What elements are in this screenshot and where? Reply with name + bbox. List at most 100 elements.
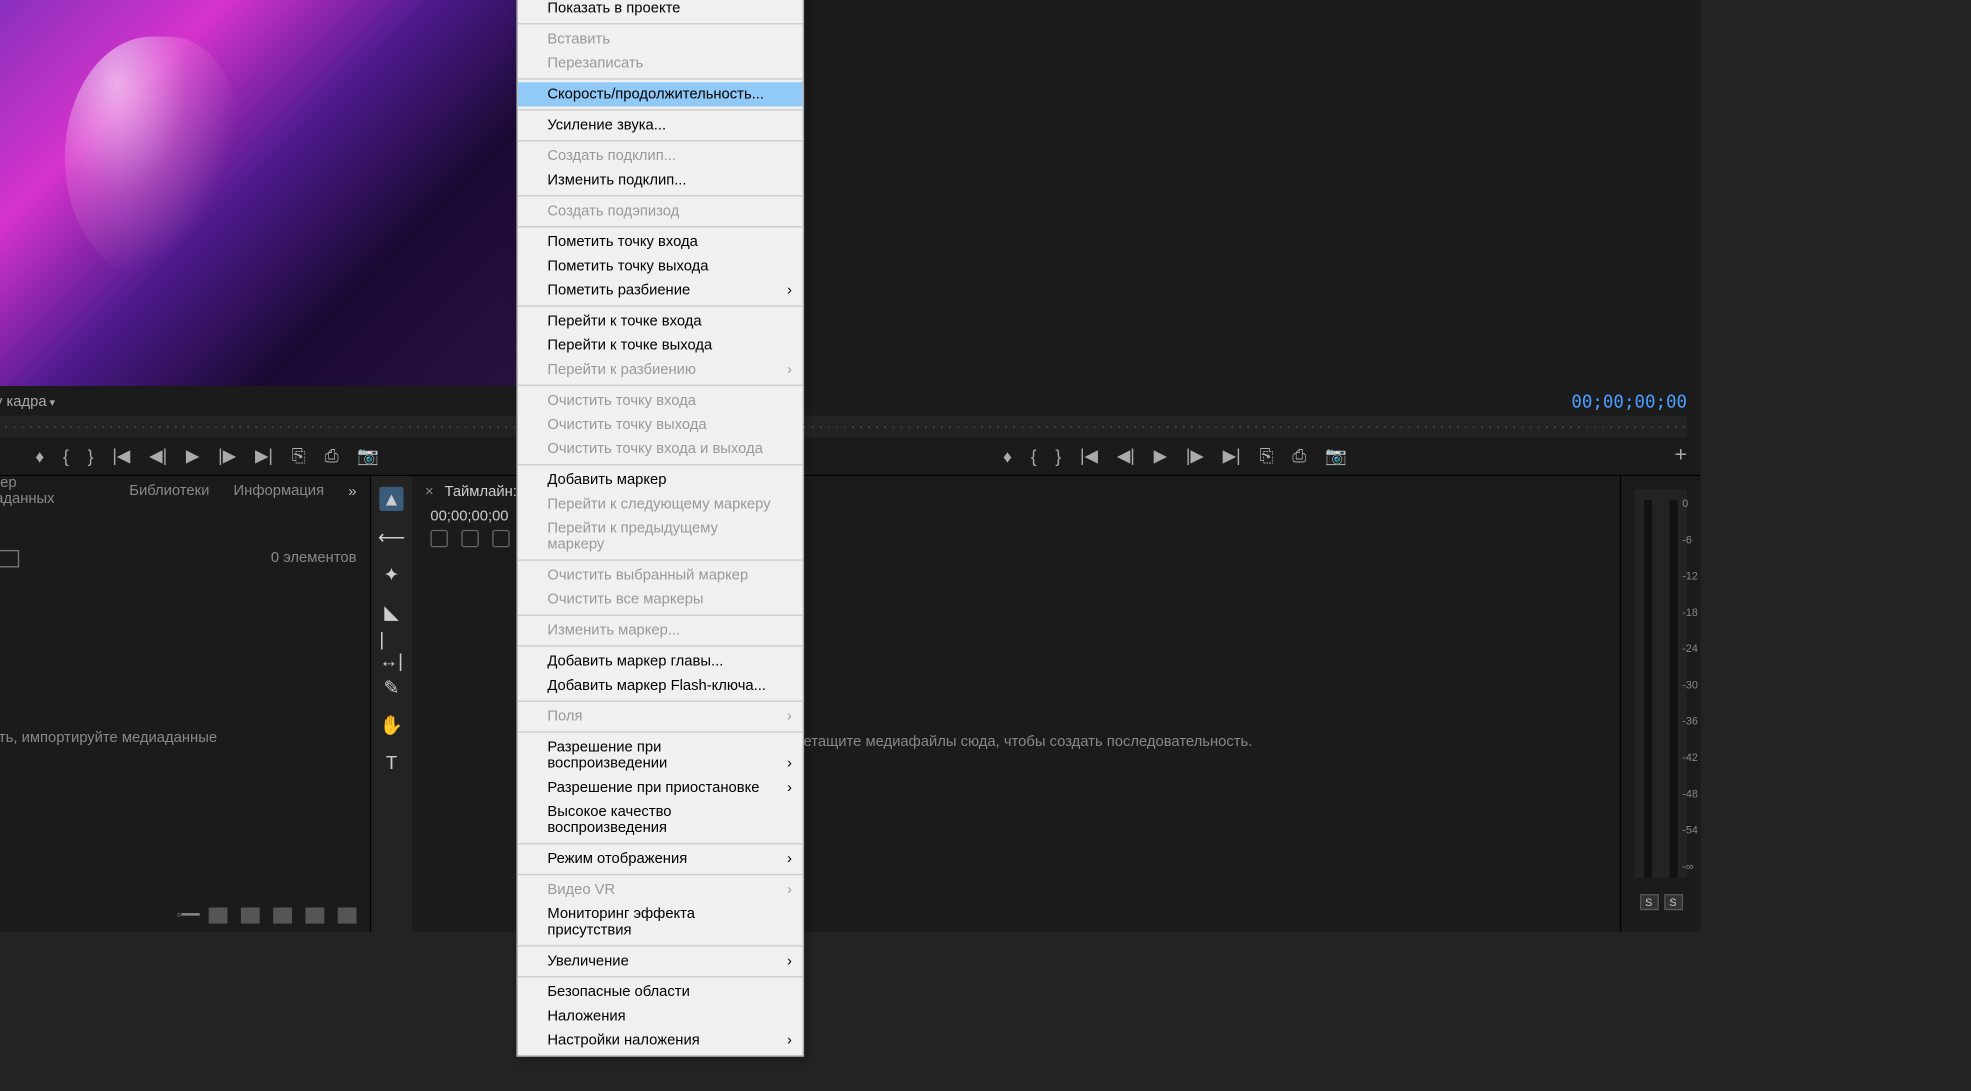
video-preview [0, 0, 569, 386]
menu-item[interactable]: Перейти к точке выхода [518, 334, 803, 358]
selection-tool-icon[interactable]: ▲ [379, 487, 403, 511]
timeline-timecode[interactable]: 00;00;00;00 [430, 508, 508, 524]
menu-item[interactable]: Режим отображения [518, 847, 803, 871]
menu-item: Перейти к разбиению [518, 358, 803, 382]
menu-item: Создать подэпизод [518, 199, 803, 223]
find-icon[interactable] [241, 907, 260, 923]
solo-left-button[interactable]: S [1639, 894, 1658, 910]
item-count: 0 элементов [271, 550, 357, 566]
menu-item: Поля [518, 705, 803, 729]
play-icon[interactable]: ▶ [186, 445, 199, 467]
menu-item: Видео VR [518, 878, 803, 902]
mark-out-icon[interactable]: } [1055, 446, 1061, 466]
delete-icon[interactable] [338, 907, 357, 923]
menu-item[interactable]: Изменить подклип... [518, 168, 803, 192]
menu-item[interactable]: Усиление звука... [518, 113, 803, 137]
menu-item[interactable]: Пометить точку выхода [518, 254, 803, 278]
menu-item[interactable]: Разрешение при воспроизведении [518, 735, 803, 775]
menu-item: Вставить [518, 27, 803, 51]
overwrite-icon[interactable]: ⎙ [325, 445, 339, 467]
tl-opt-icon[interactable] [492, 530, 509, 547]
export-frame-icon[interactable]: 📷 [1325, 445, 1347, 467]
menu-item[interactable]: Пометить точку входа [518, 230, 803, 254]
menu-item: Перейти к предыдущему маркеру [518, 516, 803, 556]
add-marker-icon[interactable]: ♦ [35, 446, 44, 466]
track-select-tool-icon[interactable]: ⟵ [379, 524, 403, 548]
pen-tool-icon[interactable]: ✎ [379, 675, 403, 699]
add-marker-icon[interactable]: ♦ [1003, 446, 1012, 466]
tl-opt-icon[interactable] [461, 530, 478, 547]
tab-media-browser[interactable]: Браузер медиаданных [0, 474, 105, 510]
new-bin-icon[interactable] [0, 549, 19, 566]
zoom-fit-dropdown[interactable]: По размеру кадра [0, 394, 55, 410]
menu-item[interactable]: Перейти к точке входа [518, 309, 803, 333]
audio-meter[interactable] [1635, 490, 1687, 878]
menu-item: Очистить выбранный маркер [518, 563, 803, 587]
step-fwd-icon[interactable]: |▶ [1186, 445, 1204, 467]
program-transport: ♦ { } |◀ ◀| ▶ |▶ ▶| ⎘ ⎙ 📷 + [734, 437, 1700, 475]
button-editor-icon[interactable]: + [1675, 444, 1688, 468]
menu-item[interactable]: Скорость/продолжительность... [518, 82, 803, 106]
project-panel: Проект: Без названия ≡ Браузер медиаданн… [0, 476, 371, 932]
tabs-overflow-icon[interactable]: » [348, 484, 356, 500]
close-icon[interactable]: × [425, 484, 434, 500]
menu-item[interactable]: Разрешение при приостановке [518, 776, 803, 800]
mark-in-icon[interactable]: { [1031, 446, 1037, 466]
step-fwd-icon[interactable]: |▶ [218, 445, 236, 467]
program-monitor-panel: (нет эпизодов) ≡ 00;00;00;00 ♦ { } |◀ ◀|… [734, 0, 1700, 475]
export-frame-icon[interactable]: 📷 [357, 445, 379, 467]
zoom-slider[interactable]: ◦━━ [176, 906, 195, 925]
db-scale: 0-6-12 -18-24-30 -36-42-48 -54-∞ [1682, 498, 1698, 873]
menu-item: Перезаписать [518, 51, 803, 75]
new-item-icon[interactable] [305, 907, 324, 923]
goto-in-icon[interactable]: |◀ [112, 445, 130, 467]
menu-item[interactable]: Добавить маркер [518, 468, 803, 492]
razor-tool-icon[interactable]: ◣ [379, 600, 403, 624]
menu-item: Очистить точку выхода [518, 413, 803, 437]
menu-item[interactable]: Увеличение [518, 949, 803, 973]
lift-icon[interactable]: ⎘ [1259, 445, 1273, 467]
type-tool-icon[interactable]: T [379, 750, 403, 774]
step-back-icon[interactable]: ◀| [149, 445, 167, 467]
project-empty-message[interactable]: Чтобы начать, импортируйте медиаданные [0, 576, 370, 900]
tl-opt-icon[interactable] [430, 530, 447, 547]
play-icon[interactable]: ▶ [1154, 445, 1167, 467]
new-bin-icon[interactable] [273, 907, 292, 923]
goto-out-icon[interactable]: ▶| [255, 445, 273, 467]
insert-icon[interactable]: ⎘ [292, 445, 306, 467]
menu-item: Создать подклип... [518, 144, 803, 168]
ripple-tool-icon[interactable]: ✦ [379, 562, 403, 586]
menu-item[interactable]: Мониторинг эффекта присутствия [518, 902, 803, 942]
tab-libraries[interactable]: Библиотеки [129, 482, 209, 502]
menu-item[interactable]: Безопасные области [518, 980, 803, 1004]
menu-item[interactable]: Показать в проекте [518, 0, 803, 20]
program-timecode[interactable]: 00;00;00;00 [1571, 392, 1687, 412]
extract-icon[interactable]: ⎙ [1292, 445, 1306, 467]
goto-out-icon[interactable]: ▶| [1223, 445, 1241, 467]
audio-meter-panel: 0-6-12 -18-24-30 -36-42-48 -54-∞ S S [1620, 476, 1701, 932]
menu-item: Очистить все маркеры [518, 588, 803, 612]
menu-item: Очистить точку входа [518, 389, 803, 413]
mark-in-icon[interactable]: { [63, 446, 69, 466]
menu-item[interactable]: Пометить разбиение [518, 278, 803, 302]
menu-item[interactable]: Настройки наложения [518, 1028, 803, 1052]
mark-out-icon[interactable]: } [88, 446, 94, 466]
menu-item: Изменить маркер... [518, 619, 803, 643]
context-menu: Многокамерная передачаСвойстваПереименов… [516, 0, 804, 1057]
tab-info[interactable]: Информация [234, 482, 325, 502]
menu-item[interactable]: Добавить маркер главы... [518, 649, 803, 673]
hand-tool-icon[interactable]: ✋ [379, 713, 403, 737]
program-video-area[interactable] [734, 0, 1700, 389]
menu-item[interactable]: Добавить маркер Flash-ключа... [518, 674, 803, 698]
program-time-ruler[interactable] [748, 416, 1687, 438]
menu-item[interactable]: Высокое качество воспроизведения [518, 800, 803, 840]
solo-right-button[interactable]: S [1664, 894, 1683, 910]
step-back-icon[interactable]: ◀| [1117, 445, 1135, 467]
tools-panel: ▲ ⟵ ✦ ◣ |↔| ✎ ✋ T [371, 476, 411, 932]
automate-icon[interactable] [209, 907, 228, 923]
goto-in-icon[interactable]: |◀ [1080, 445, 1098, 467]
project-footer: ◦━━ [0, 899, 370, 931]
slip-tool-icon[interactable]: |↔| [379, 637, 403, 661]
menu-item: Перейти к следующему маркеру [518, 492, 803, 516]
menu-item[interactable]: Наложения [518, 1004, 803, 1028]
